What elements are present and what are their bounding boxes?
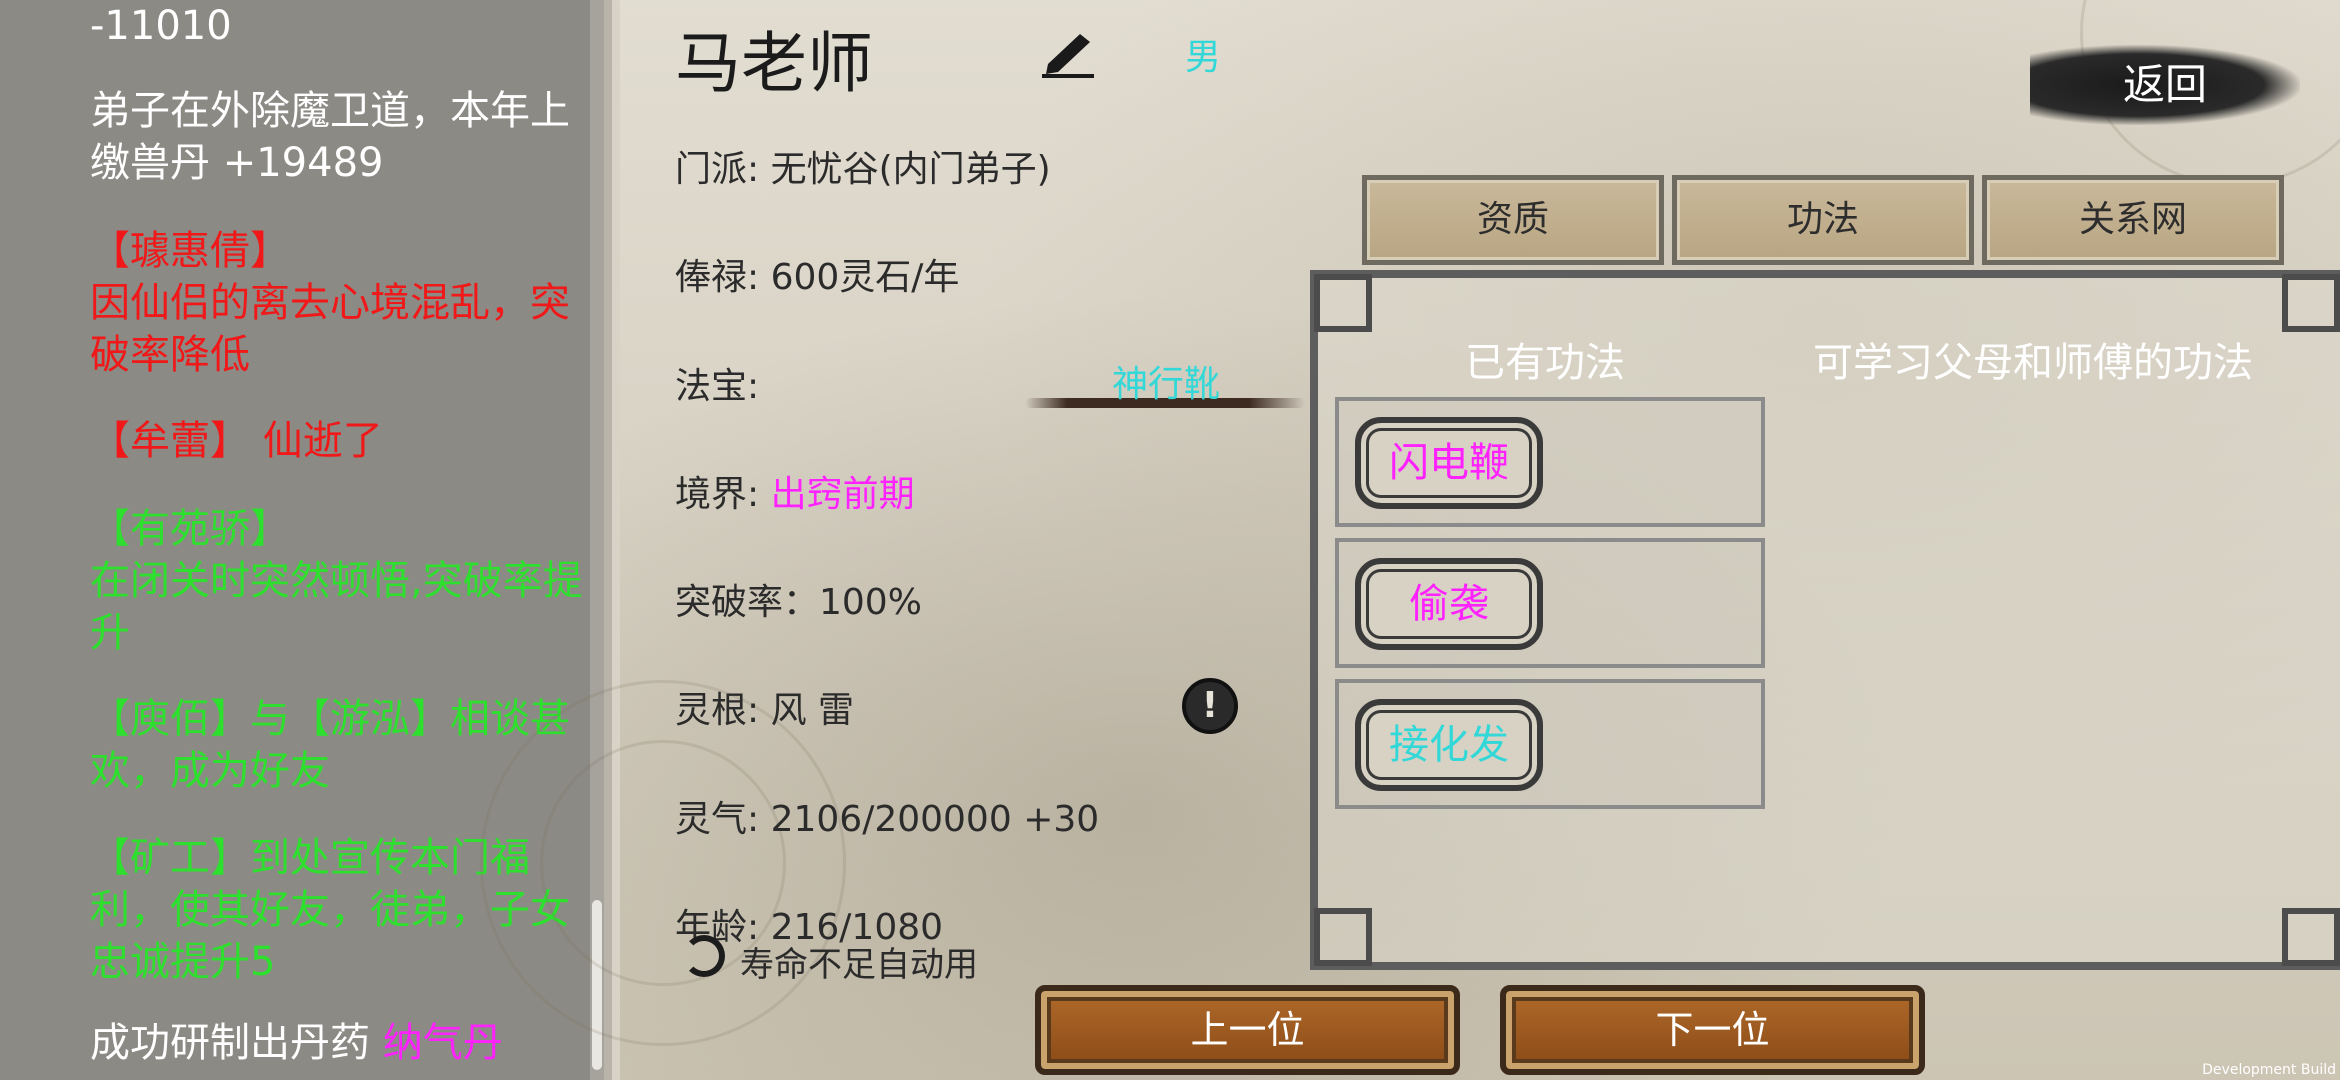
realm-row: 境界: 出窍前期 <box>675 465 915 517</box>
breakthrough-rate: 突破率：100% <box>675 582 922 623</box>
tab-relations[interactable]: 关系网 <box>1982 175 2284 265</box>
spirit-qi: 灵气: 2106/200000 +30 <box>675 799 1100 840</box>
skill-button[interactable]: 偷袭 <box>1355 558 1543 650</box>
log-entry: 【有苑骄】 <box>90 506 290 552</box>
sect-label: 门派: 无忧谷(内门弟子) <box>675 149 1051 190</box>
log-entry: 【璩惠倩】 <box>90 228 290 274</box>
panel-corner-ornament <box>2282 908 2340 966</box>
auto-use-toggle-icon[interactable] <box>683 935 725 977</box>
log-entry: -11010 <box>90 3 232 49</box>
log-entry-prefix: 成功研制出丹药 <box>90 1020 383 1066</box>
panel-corner-ornament <box>2282 274 2340 332</box>
log-entry: 【牟蕾】 仙逝了 <box>90 418 383 464</box>
spirit-root: 灵根: 风 雷 <box>675 690 855 731</box>
edit-name-pen-icon[interactable] <box>1040 28 1100 78</box>
panel-corner-ornament <box>1314 908 1372 966</box>
tab-aptitude[interactable]: 资质 <box>1362 175 1664 265</box>
log-entry: 因仙侣的离去心境混乱，突破率降低 <box>90 280 570 378</box>
owned-skills-title: 已有功法 <box>1465 340 1625 386</box>
character-name: 马老师 <box>675 25 873 102</box>
skill-slot: 偷袭 <box>1335 538 1765 668</box>
log-entry: 成功研制出丹药 纳气丹 <box>90 1017 595 1069</box>
realm-label: 境界: <box>675 474 771 515</box>
panel-corner-ornament <box>1314 274 1372 332</box>
info-exclamation-icon[interactable]: ! <box>1182 678 1238 734</box>
character-gender: 男 <box>1185 37 1222 78</box>
log-entry-highlight: 纳气丹 <box>382 1020 503 1066</box>
next-button[interactable]: 下一位 <box>1500 985 1925 1075</box>
tab-skills[interactable]: 功法 <box>1672 175 1974 265</box>
auto-use-label: 寿命不足自动用 <box>740 945 978 985</box>
skill-button[interactable]: 接化发 <box>1355 699 1543 791</box>
log-entry: 弟子在外除魔卫道，本年上缴兽丹 +19489 <box>90 88 570 186</box>
skill-button[interactable]: 闪电鞭 <box>1355 417 1543 509</box>
learnable-skills-title: 可学习父母和师傅的功法 <box>1813 340 2253 386</box>
log-entry: 在闭关时突然顿悟,突破率提升 <box>90 558 583 656</box>
treasure-value[interactable]: 神行靴 <box>1112 355 1220 407</box>
skill-slot: 闪电鞭 <box>1335 397 1765 527</box>
realm-value: 出窍前期 <box>770 474 915 515</box>
development-build-watermark: Development Build <box>2202 1062 2336 1078</box>
salary-label: 俸禄: 600灵石/年 <box>675 257 960 298</box>
previous-button[interactable]: 上一位 <box>1035 985 1460 1075</box>
treasure-label: 法宝: <box>675 366 760 407</box>
back-button[interactable]: 返回 <box>2030 45 2300 125</box>
skill-slot: 接化发 <box>1335 679 1765 809</box>
